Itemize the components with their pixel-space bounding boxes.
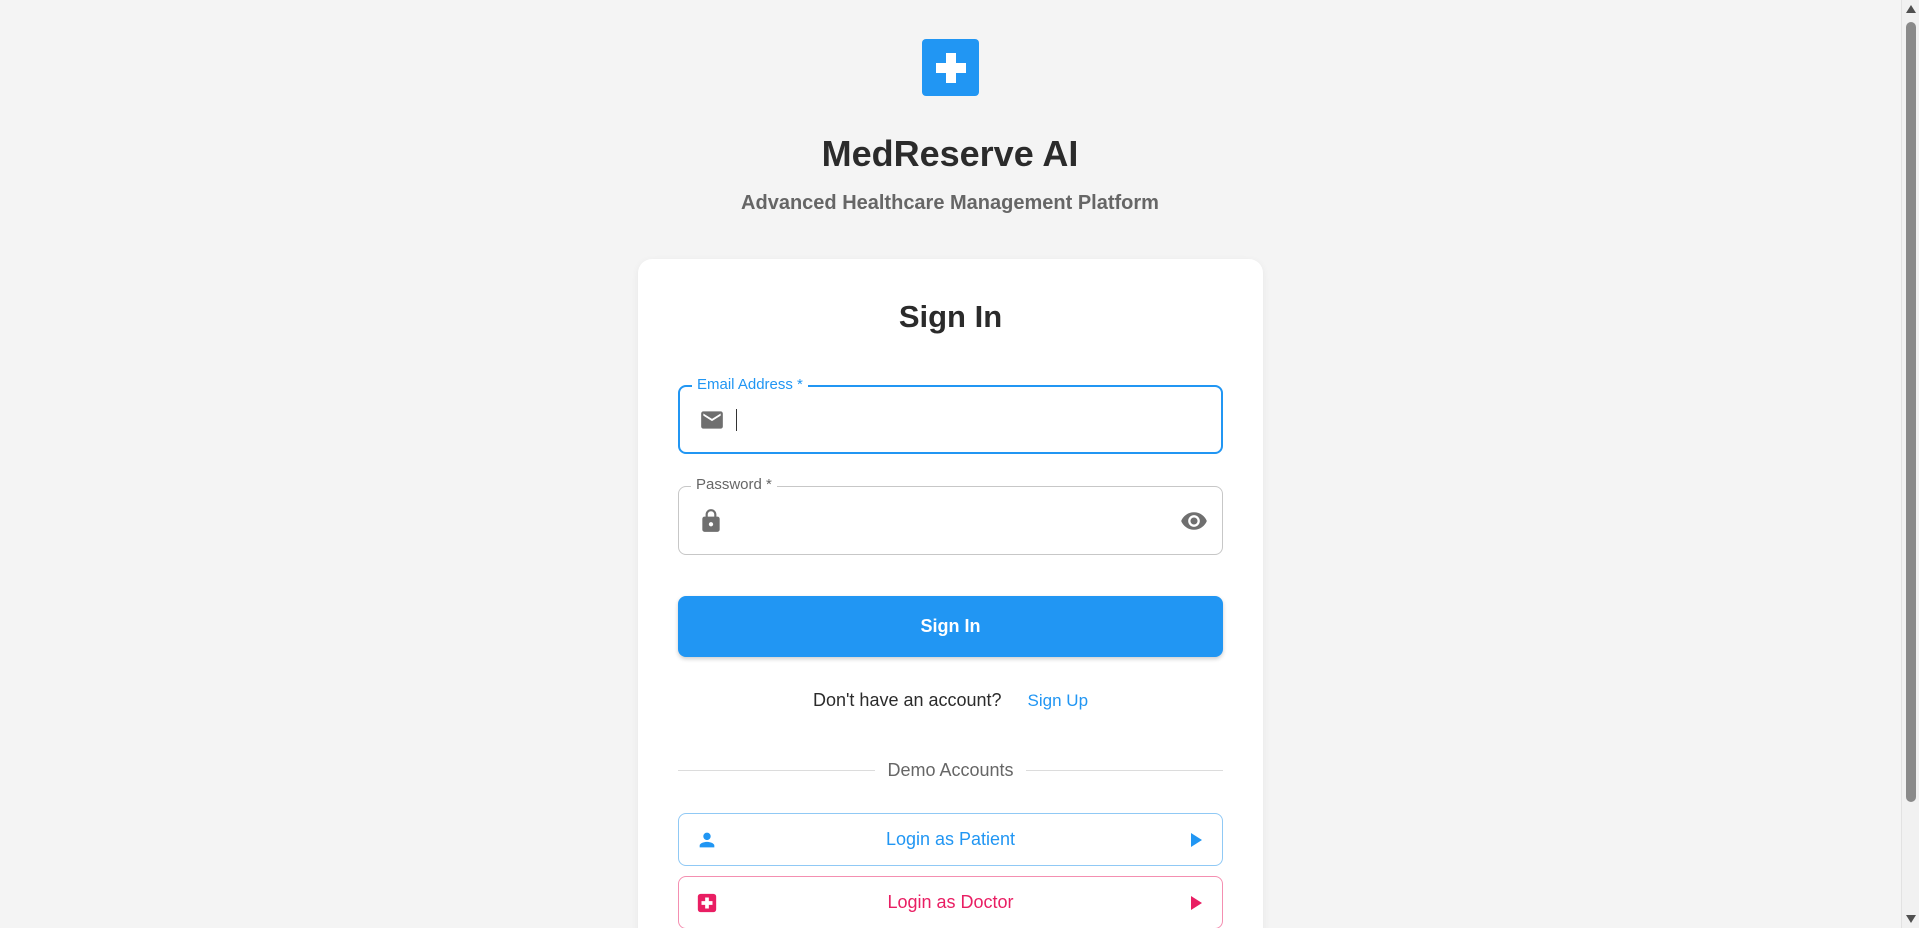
password-input[interactable] — [734, 487, 1154, 554]
login-as-doctor-button[interactable]: Login as Doctor — [678, 876, 1223, 928]
signup-row: Don't have an account? Sign Up — [638, 690, 1263, 711]
demo-accounts-label: Demo Accounts — [887, 759, 1014, 780]
eye-icon[interactable] — [1176, 503, 1212, 539]
page: MedReserve AI Advanced Healthcare Manage… — [0, 0, 1919, 928]
signin-card: Sign In Email Address * Password * Sign … — [638, 259, 1263, 928]
sign-in-button[interactable]: Sign In — [678, 596, 1223, 657]
scroll-thumb[interactable] — [1906, 22, 1916, 802]
medical-cross-icon — [695, 891, 719, 915]
person-icon — [695, 828, 719, 852]
patient-button-label: Login as Patient — [885, 829, 1016, 849]
email-field[interactable]: Email Address * — [678, 375, 1223, 454]
divider-line — [1025, 769, 1223, 771]
app-title: MedReserve AI — [821, 133, 1079, 174]
signup-prompt: Don't have an account? — [812, 690, 1002, 710]
doctor-button-label: Login as Doctor — [887, 892, 1014, 912]
password-field[interactable]: Password * — [678, 475, 1223, 555]
vertical-scrollbar[interactable] — [1901, 0, 1919, 928]
sign-up-link[interactable]: Sign Up — [1028, 691, 1088, 711]
divider-line — [678, 769, 876, 771]
login-as-patient-button[interactable]: Login as Patient — [678, 813, 1223, 866]
demo-accounts-divider: Demo Accounts — [678, 759, 1223, 781]
logo — [922, 39, 979, 96]
scroll-down-arrow-icon[interactable] — [1902, 910, 1919, 928]
email-input[interactable] — [735, 387, 1155, 452]
scroll-up-arrow-icon[interactable] — [1902, 0, 1919, 18]
text-cursor — [736, 409, 737, 431]
play-arrow-icon — [1186, 830, 1206, 850]
lock-icon — [697, 507, 725, 535]
app-subtitle: Advanced Healthcare Management Platform — [741, 192, 1159, 214]
play-arrow-icon — [1186, 893, 1206, 913]
card-title: Sign In — [898, 299, 1003, 334]
medical-cross-icon — [935, 52, 966, 83]
mail-icon — [698, 406, 726, 434]
